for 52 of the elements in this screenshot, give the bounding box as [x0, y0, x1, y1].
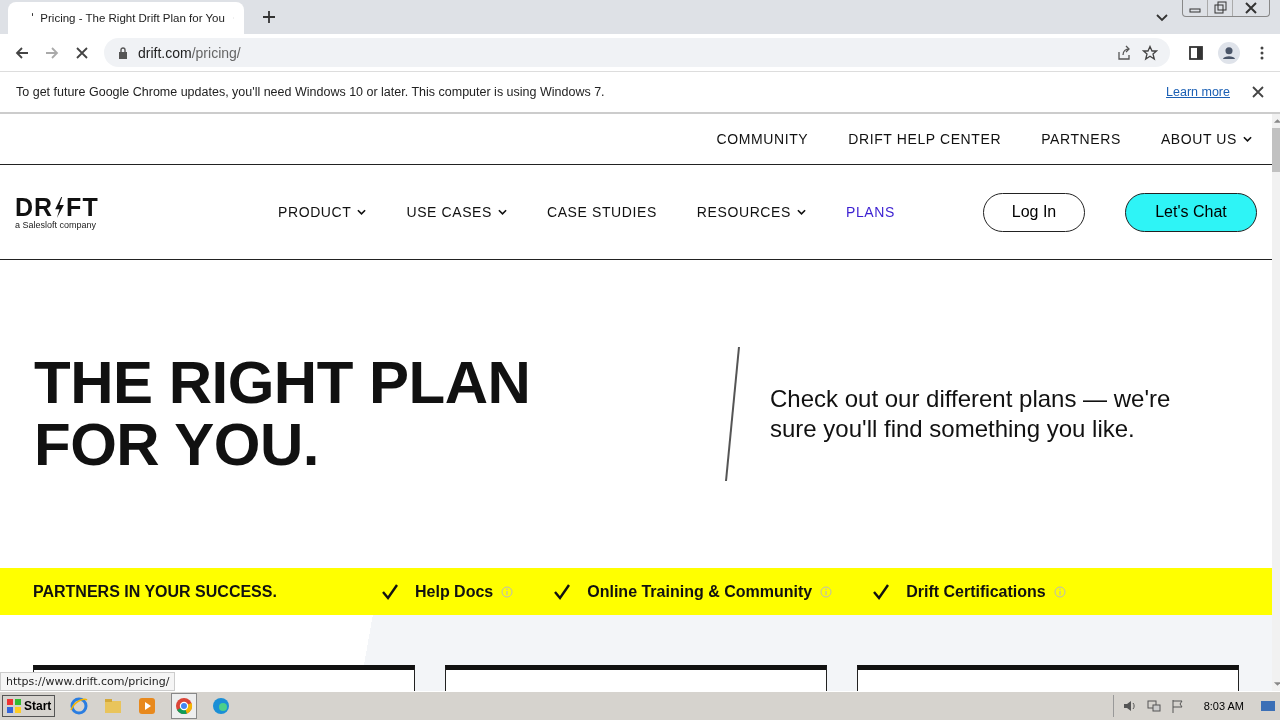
- forward-icon[interactable]: [44, 44, 60, 61]
- hero-heading: THE RIGHT PLAN FOR YOU.: [34, 352, 532, 476]
- network-icon[interactable]: [1145, 698, 1162, 714]
- band-heading: PARTNERS IN YOUR SUCCESS.: [33, 582, 278, 601]
- utility-nav-link[interactable]: DRIFT HELP CENTER: [848, 131, 1002, 147]
- browser-tab[interactable]: Pricing - The Right Drift Plan for You: [8, 2, 244, 34]
- nav-link[interactable]: PRODUCT: [278, 204, 367, 220]
- check-icon: [553, 583, 572, 600]
- flag-icon[interactable]: [1169, 698, 1186, 714]
- feature-label: Online Training & Community: [587, 582, 813, 601]
- new-tab-icon[interactable]: [262, 10, 276, 24]
- update-message: To get future Google Chrome updates, you'll need Windows 10 or later. This computer is using Windows 7.: [16, 85, 605, 99]
- feature-label: Help Docs: [415, 582, 494, 601]
- chevron-down-icon[interactable]: [1156, 14, 1168, 22]
- back-icon[interactable]: [14, 44, 30, 61]
- utility-nav-link[interactable]: COMMUNITY: [716, 131, 809, 147]
- media-player-icon[interactable]: [137, 696, 158, 716]
- chrome-icon[interactable]: [171, 693, 198, 719]
- nav-link[interactable]: USE CASES: [406, 204, 507, 220]
- drift-logo[interactable]: DR FT: [15, 194, 99, 220]
- log-in-button[interactable]: Log In: [983, 192, 1085, 232]
- hero-subtitle: Check out our different plans — we're sure you'll find something you like.: [770, 384, 1172, 444]
- scrollbar-thumb[interactable]: [1272, 128, 1280, 172]
- utility-nav-link[interactable]: PARTNERS: [1041, 131, 1121, 147]
- start-button[interactable]: Start: [2, 695, 56, 717]
- chat-button[interactable]: Let's Chat: [1125, 192, 1257, 232]
- check-icon: [872, 583, 891, 600]
- learn-more-link[interactable]: Learn more: [1166, 85, 1230, 99]
- share-icon[interactable]: [1116, 44, 1132, 61]
- utility-nav-link[interactable]: ABOUT US: [1160, 131, 1252, 147]
- clock[interactable]: 8:03 AM: [1203, 700, 1244, 712]
- nav-link[interactable]: CASE STUDIES: [546, 204, 657, 220]
- status-url: https://www.drift.com/pricing/: [0, 672, 176, 691]
- scrollbar[interactable]: [1272, 114, 1280, 691]
- address-bar[interactable]: drift.com/pricing/: [104, 38, 1170, 67]
- profile-icon[interactable]: [1218, 41, 1240, 64]
- scroll-down-icon[interactable]: [1272, 681, 1280, 687]
- star-icon[interactable]: [1142, 44, 1158, 61]
- show-desktop-icon[interactable]: [1260, 698, 1276, 714]
- stop-icon[interactable]: [74, 44, 90, 61]
- windows-flag-icon: [6, 698, 22, 714]
- feature-label: Drift Certifications: [906, 582, 1046, 601]
- lock-icon: [118, 46, 128, 59]
- logo-tagline: a Salesloft company: [15, 219, 98, 230]
- edge-icon[interactable]: [211, 696, 232, 716]
- scroll-up-icon[interactable]: [1272, 118, 1280, 124]
- check-icon: [381, 583, 399, 600]
- nav-link[interactable]: RESOURCES: [696, 204, 806, 220]
- side-panel-icon[interactable]: [1188, 44, 1204, 61]
- ie-icon[interactable]: [69, 696, 90, 716]
- nav-link[interactable]: PLANS: [845, 204, 895, 220]
- volume-icon[interactable]: [1121, 698, 1138, 714]
